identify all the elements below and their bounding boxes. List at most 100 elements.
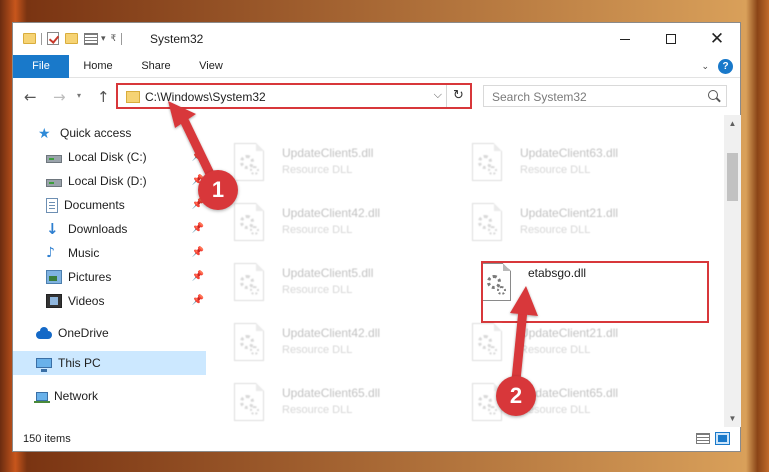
search-box[interactable]: Search System32	[483, 85, 727, 107]
file-item[interactable]: UpdateClient5.dll Resource DLL	[209, 137, 434, 193]
gear-icon	[488, 406, 497, 415]
file-type: Resource DLL	[282, 224, 353, 236]
scrollbar-thumb[interactable]	[727, 153, 738, 201]
nav-item-this-pc[interactable]: This PC	[13, 351, 206, 375]
nav-item-onedrive[interactable]: OneDrive	[13, 321, 208, 345]
ribbon-tabs: File Home Share View ⌄ ?	[13, 55, 740, 78]
quick-access-toolbar: ▾ ₹	[23, 32, 127, 45]
close-button[interactable]: ✕	[694, 23, 740, 55]
pin-icon[interactable]: 📌	[192, 271, 204, 282]
nav-item-local-disk-c[interactable]: Local Disk (C:) 📌	[13, 145, 208, 169]
file-item[interactable]: UpdateClient21.dll Resource DLL	[447, 317, 672, 373]
nav-item-label: Network	[54, 389, 99, 403]
file-type: Resource DLL	[520, 164, 591, 176]
nav-item-quick-access[interactable]: ★ Quick access	[13, 121, 208, 145]
nav-item-label: Documents	[64, 198, 125, 212]
gear-icon	[488, 166, 497, 175]
nav-item-label: This PC	[58, 356, 101, 370]
toolbar-separator	[41, 32, 42, 45]
file-item[interactable]: UpdateClient65.dll Resource DLL	[209, 377, 434, 427]
title-bar: ▾ ₹ System32 ✕	[13, 23, 740, 55]
network-icon	[34, 391, 50, 403]
maximize-button[interactable]	[648, 23, 694, 55]
videos-icon	[46, 294, 62, 308]
pin-icon[interactable]: 📌	[192, 151, 204, 162]
file-list: UpdateClient5.dll Resource DLL UpdateCli…	[209, 115, 724, 427]
window-title: System32	[150, 32, 204, 46]
file-item[interactable]: UpdateClient5.dll Resource DLL	[209, 257, 434, 313]
minimize-button[interactable]	[602, 23, 648, 55]
file-name: UpdateClient42.dll	[282, 326, 381, 340]
tab-file[interactable]: File	[13, 55, 69, 78]
properties-check-icon[interactable]	[47, 32, 59, 45]
search-icon[interactable]	[708, 90, 718, 100]
minimize-icon	[620, 38, 630, 40]
dll-file-icon	[234, 323, 264, 361]
chevron-down-icon[interactable]: ⌵	[434, 89, 442, 102]
file-name: UpdateClient42.dll	[282, 206, 381, 220]
file-item[interactable]: UpdateClient42.dll Resource DLL	[209, 317, 434, 373]
file-item[interactable]: UpdateClient42.dll Resource DLL	[209, 197, 434, 253]
documents-icon	[46, 197, 58, 213]
nav-item-network[interactable]: Network	[13, 384, 208, 408]
search-input[interactable]: Search System32	[492, 90, 587, 104]
gear-icon	[488, 226, 497, 235]
forward-arrow-icon[interactable]: →	[53, 88, 66, 106]
dll-file-icon	[234, 383, 264, 421]
file-item[interactable]: UpdateClient21.dll Resource DLL	[447, 197, 672, 253]
details-view-icon[interactable]	[696, 433, 710, 444]
nav-item-downloads[interactable]: ↓ Downloads 📌	[13, 217, 208, 241]
file-item[interactable]: UpdateClient63.dll Resource DLL	[447, 137, 672, 193]
close-icon: ✕	[709, 28, 725, 49]
nav-item-documents[interactable]: Documents 📌	[13, 193, 208, 217]
up-arrow-icon[interactable]: ↑	[97, 88, 110, 106]
address-bar[interactable]: C:\Windows\System32 ⌵ ↻	[116, 83, 472, 109]
pin-icon[interactable]: 📌	[192, 247, 204, 258]
nav-item-label: Pictures	[68, 270, 112, 284]
highlight-box	[481, 261, 709, 323]
nav-item-local-disk-d[interactable]: Local Disk (D:) 📌	[13, 169, 208, 193]
pin-icon[interactable]: 📌	[192, 295, 204, 306]
nav-item-pictures[interactable]: Pictures 📌	[13, 265, 208, 289]
file-item[interactable]: UpdateClient65.dll Resource DLL	[447, 377, 672, 427]
navigation-pane: ★ Quick access Local Disk (C:) 📌 Local D…	[13, 115, 208, 427]
chevron-down-icon[interactable]: ▾	[101, 33, 106, 44]
refresh-icon[interactable]: ↻	[446, 85, 470, 107]
drive-icon	[46, 178, 62, 187]
tab-share[interactable]: Share	[133, 55, 179, 78]
nav-item-music[interactable]: ♪ Music 📌	[13, 241, 208, 265]
computer-icon	[36, 358, 52, 372]
recent-locations-icon[interactable]: ▾	[77, 91, 81, 100]
tab-view[interactable]: View	[191, 55, 231, 78]
file-type: Resource DLL	[282, 404, 353, 416]
dll-file-icon	[472, 203, 502, 241]
step-2-badge: 2	[496, 376, 536, 416]
address-path[interactable]: C:\Windows\System32	[145, 90, 266, 104]
gear-icon	[488, 346, 497, 355]
star-icon: ★	[38, 125, 51, 141]
customize-toolbar-icon[interactable]: ₹	[111, 33, 117, 44]
maximize-icon	[666, 34, 676, 44]
gear-icon	[250, 166, 259, 175]
back-arrow-icon[interactable]: ←	[24, 88, 37, 106]
scroll-up-icon[interactable]: ▲	[724, 115, 741, 132]
download-icon: ↓	[46, 220, 59, 238]
tab-home[interactable]: Home	[75, 55, 121, 78]
large-icons-view-icon[interactable]	[715, 432, 730, 445]
pin-icon[interactable]: 📌	[192, 223, 204, 234]
dll-file-icon	[472, 323, 502, 361]
nav-item-label: Downloads	[68, 222, 128, 236]
gear-icon	[250, 406, 259, 415]
file-type: Resource DLL	[282, 284, 353, 296]
help-icon[interactable]: ?	[718, 59, 733, 74]
nav-item-videos[interactable]: Videos 📌	[13, 289, 208, 313]
file-name: UpdateClient65.dll	[282, 386, 381, 400]
file-type: Resource DLL	[282, 344, 353, 356]
pictures-icon	[46, 270, 62, 284]
expand-ribbon-icon[interactable]: ⌄	[701, 61, 709, 72]
new-folder-icon[interactable]	[65, 33, 78, 44]
vertical-scrollbar[interactable]: ▲ ▼	[724, 115, 741, 427]
properties-icon[interactable]	[84, 32, 98, 45]
scroll-down-icon[interactable]: ▼	[724, 410, 741, 427]
file-type: Resource DLL	[282, 164, 353, 176]
